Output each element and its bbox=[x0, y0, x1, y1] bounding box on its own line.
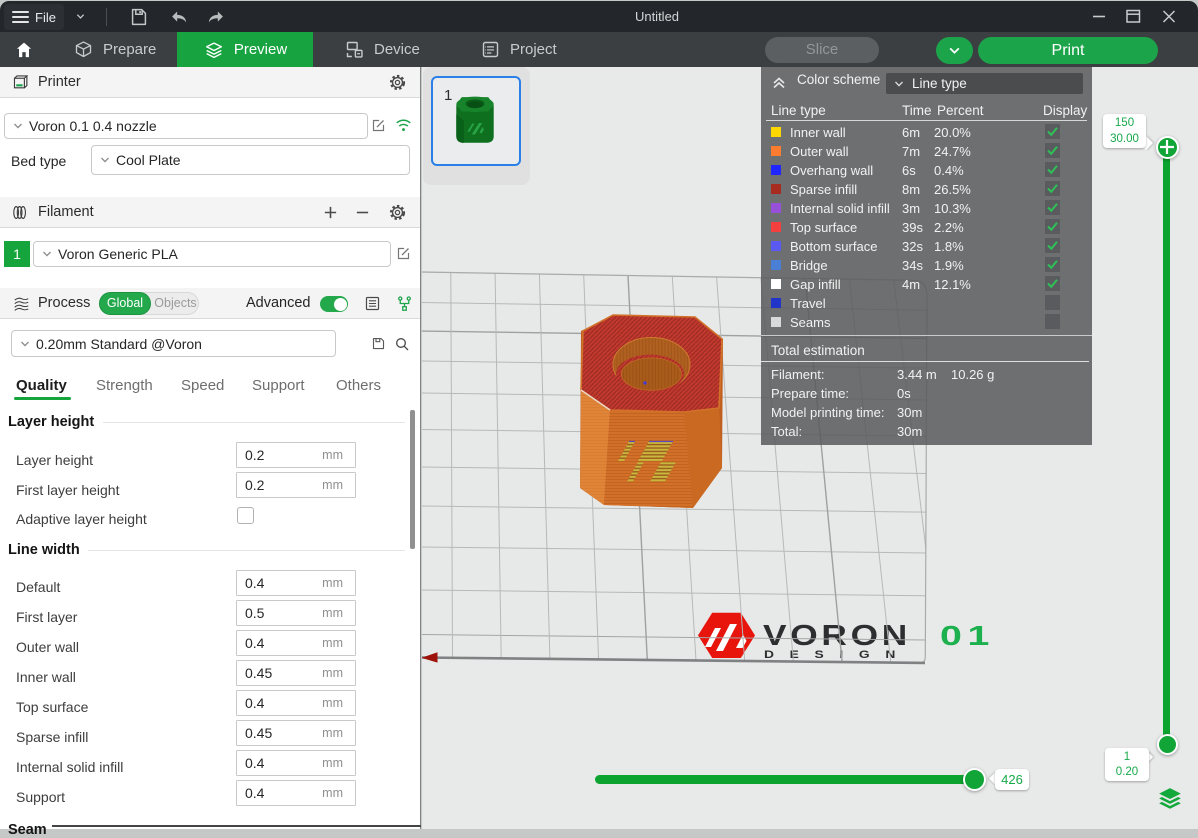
svg-text:DESIGN: DESIGN bbox=[764, 649, 911, 661]
svg-text:01: 01 bbox=[940, 620, 995, 651]
